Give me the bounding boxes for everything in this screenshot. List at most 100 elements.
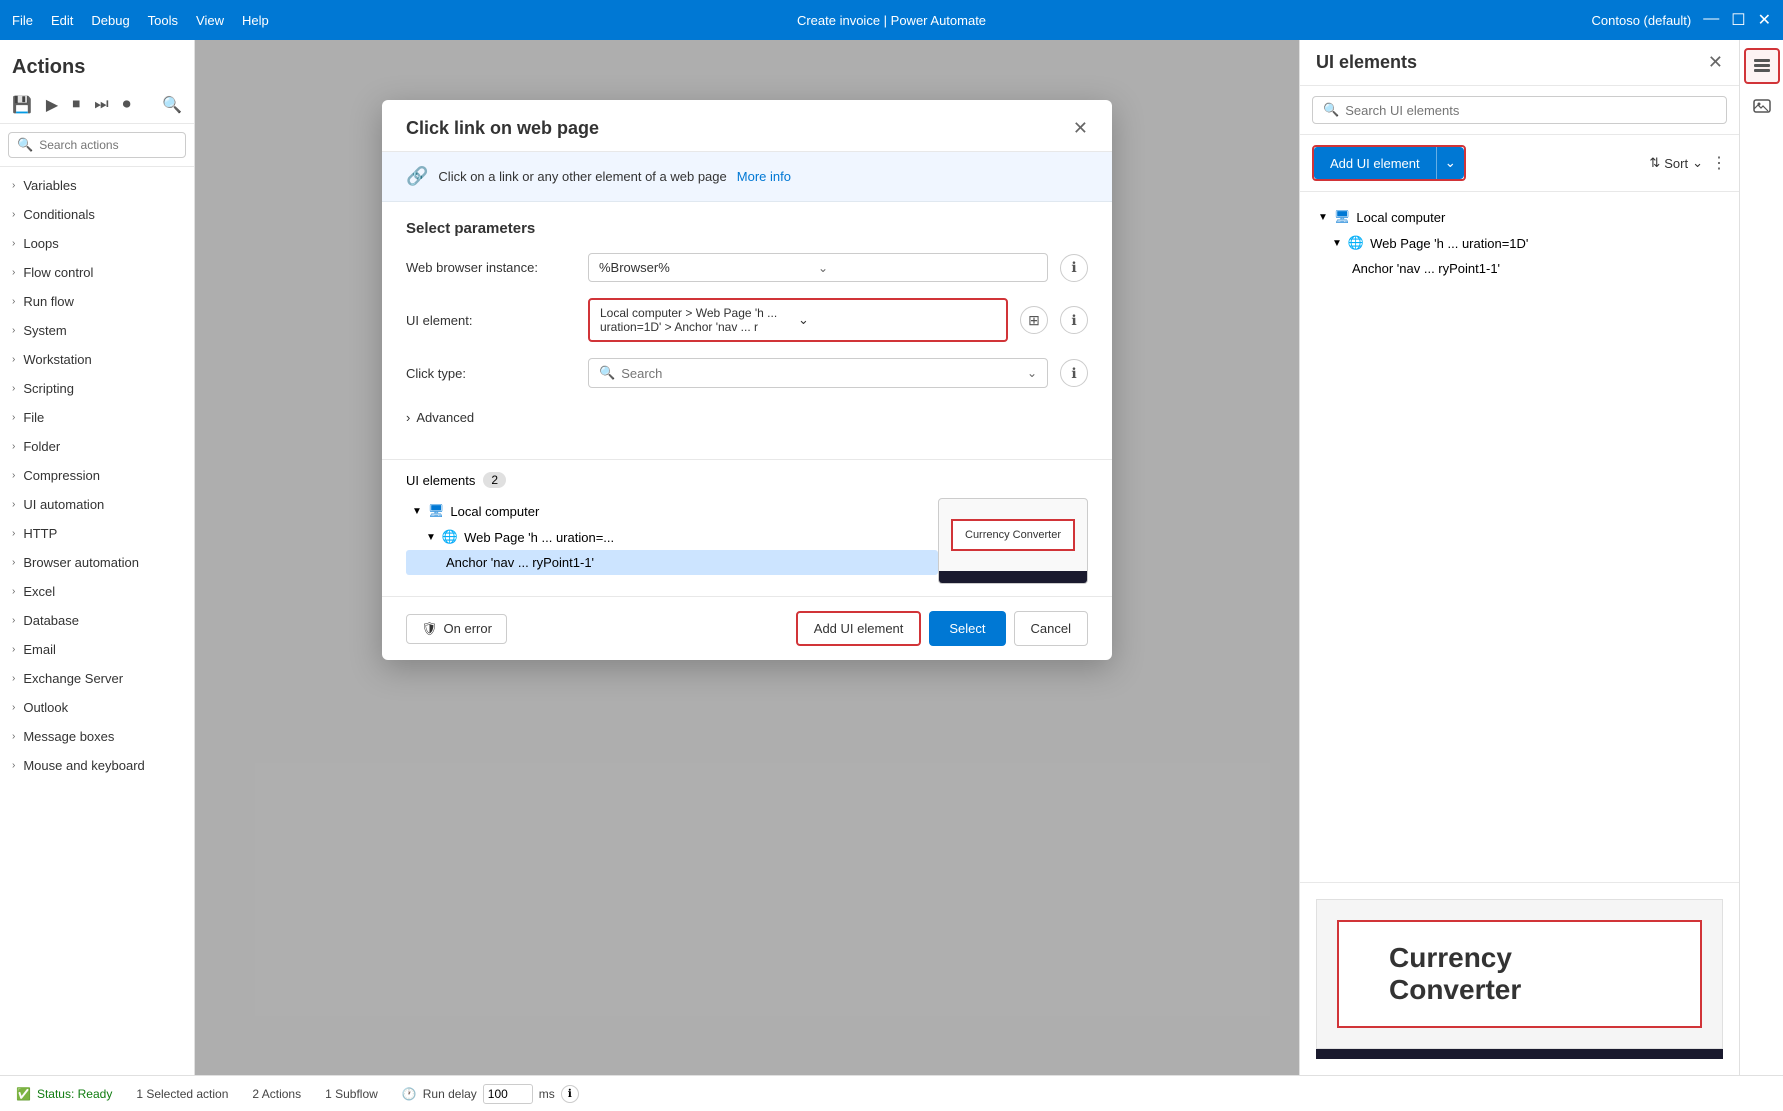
chevron-icon: › xyxy=(12,412,15,423)
tree-webpage[interactable]: ▼ 🌐 Web Page 'h ... uration=... xyxy=(406,524,938,550)
panel-tree-local-computer[interactable]: ▼ 🖥 Local computer xyxy=(1312,204,1727,230)
sidebar-item-exchange-server[interactable]: › Exchange Server xyxy=(0,664,194,693)
sidebar-item-system[interactable]: › System xyxy=(0,316,194,345)
link-icon: 🔗 xyxy=(406,166,428,187)
more-options-button[interactable]: ⋮ xyxy=(1711,153,1727,173)
maximize-button[interactable]: ☐ xyxy=(1731,10,1745,30)
record-button[interactable]: ⏺ xyxy=(119,91,135,119)
modal-header: Click link on web page ✕ xyxy=(382,100,1112,152)
menu-file[interactable]: File xyxy=(12,13,33,28)
sidebar-item-email[interactable]: › Email xyxy=(0,635,194,664)
add-ui-container: Add UI element ⌄ xyxy=(1312,145,1466,181)
click-type-input[interactable] xyxy=(621,366,1027,381)
sidebar-item-flow-control[interactable]: › Flow control xyxy=(0,258,194,287)
on-error-button[interactable]: 🛡 On error xyxy=(406,614,507,644)
modal-dialog: Click link on web page ✕ 🔗 Click on a li… xyxy=(382,100,1112,660)
sidebar-item-run-flow[interactable]: › Run flow xyxy=(0,287,194,316)
sidebar-item-conditionals[interactable]: › Conditionals xyxy=(0,200,194,229)
ui-tree-list: ▼ 🖥 Local computer ▼ 🌐 Web Page 'h ... u… xyxy=(406,498,938,584)
menu-debug[interactable]: Debug xyxy=(91,13,129,28)
add-ui-element-button[interactable]: Add UI element xyxy=(796,611,922,646)
search-icon: 🔍 xyxy=(1323,102,1339,118)
run-delay-input[interactable] xyxy=(483,1084,533,1104)
sidebar-item-outlook[interactable]: › Outlook xyxy=(0,693,194,722)
sidebar-item-loops[interactable]: › Loops xyxy=(0,229,194,258)
web-browser-info-button[interactable]: ℹ xyxy=(1060,254,1088,282)
tree-anchor[interactable]: Anchor 'nav ... ryPoint1-1' xyxy=(406,550,938,575)
modal-body: Select parameters Web browser instance: … xyxy=(382,202,1112,459)
sidebar-item-label: File xyxy=(23,410,44,425)
chevron-down-icon: ▼ xyxy=(1318,212,1328,223)
click-type-info-button[interactable]: ℹ xyxy=(1060,359,1088,387)
web-browser-dropdown[interactable]: %Browser% ⌄ xyxy=(588,253,1048,282)
menu-help[interactable]: Help xyxy=(242,13,269,28)
web-browser-row: Web browser instance: %Browser% ⌄ ℹ xyxy=(406,253,1088,282)
sort-button[interactable]: ⇅ Sort ⌄ xyxy=(1649,155,1703,171)
ui-count-badge: 2 xyxy=(483,472,506,488)
cancel-button[interactable]: Cancel xyxy=(1014,611,1088,646)
sidebar-item-scripting[interactable]: › Scripting xyxy=(0,374,194,403)
sidebar-item-browser-automation[interactable]: › Browser automation xyxy=(0,548,194,577)
chevron-icon: › xyxy=(12,383,15,394)
ui-elements-search-input[interactable] xyxy=(1345,103,1716,118)
next-step-button[interactable]: ⏭ xyxy=(90,91,112,119)
modal-close-button[interactable]: ✕ xyxy=(1073,118,1088,139)
sidebar-item-database[interactable]: › Database xyxy=(0,606,194,635)
ui-elements-panel-toggle[interactable] xyxy=(1744,48,1780,84)
actions-panel: Actions 💾 ▶ ⏹ ⏭ ⏺ 🔍 🔍 › Variables › Cond… xyxy=(0,40,195,1075)
stop-button[interactable]: ⏹ xyxy=(68,91,84,119)
ui-section-title: UI elements xyxy=(406,473,475,488)
sidebar-item-mouse-keyboard[interactable]: › Mouse and keyboard xyxy=(0,751,194,780)
advanced-label: Advanced xyxy=(416,410,474,425)
sidebar-item-workstation[interactable]: › Workstation xyxy=(0,345,194,374)
add-ui-element-dropdown-button[interactable]: ⌄ xyxy=(1436,147,1464,179)
sort-icon: ⇅ xyxy=(1649,155,1660,171)
run-delay-area: 🕐 Run delay ms ℹ xyxy=(402,1084,579,1104)
user-account[interactable]: Contoso (default) xyxy=(1592,13,1692,28)
sidebar-item-message-boxes[interactable]: › Message boxes xyxy=(0,722,194,751)
modal-footer-right: Add UI element Select Cancel xyxy=(796,611,1088,646)
select-button[interactable]: Select xyxy=(929,611,1005,646)
ui-element-layers-button[interactable]: ⊞ xyxy=(1020,306,1048,334)
actions-search-box[interactable]: 🔍 xyxy=(8,132,186,158)
status-ready: ✅ Status: Ready xyxy=(16,1087,112,1101)
run-button[interactable]: ▶ xyxy=(42,91,62,119)
add-ui-element-panel-button[interactable]: Add UI element xyxy=(1314,147,1436,179)
ui-element-dropdown[interactable]: Local computer > Web Page 'h ... uration… xyxy=(588,298,1008,342)
monitor-icon: 🖥 xyxy=(428,503,445,519)
sidebar-item-excel[interactable]: › Excel xyxy=(0,577,194,606)
menu-bar[interactable]: File Edit Debug Tools View Help xyxy=(12,13,269,28)
menu-edit[interactable]: Edit xyxy=(51,13,73,28)
ui-elements-close-button[interactable]: ✕ xyxy=(1708,52,1723,73)
chevron-down-icon: ▼ xyxy=(1332,238,1342,249)
panel-tree-webpage[interactable]: ▼ 🌐 Web Page 'h ... uration=1D' xyxy=(1312,230,1727,256)
sidebar-item-http[interactable]: › HTTP xyxy=(0,519,194,548)
menu-view[interactable]: View xyxy=(196,13,224,28)
tree-local-computer[interactable]: ▼ 🖥 Local computer xyxy=(406,498,938,524)
advanced-toggle[interactable]: › Advanced xyxy=(406,404,1088,431)
ui-element-info-button[interactable]: ℹ xyxy=(1060,306,1088,334)
run-delay-info-button[interactable]: ℹ xyxy=(561,1085,579,1103)
menu-tools[interactable]: Tools xyxy=(148,13,178,28)
sidebar-item-ui-automation[interactable]: › UI automation xyxy=(0,490,194,519)
ui-elements-search-box[interactable]: 🔍 xyxy=(1312,96,1727,124)
ui-tree-section: ▼ 🖥 Local computer ▼ 🌐 Web Page 'h ... u… xyxy=(406,498,1088,584)
sidebar-item-compression[interactable]: › Compression xyxy=(0,461,194,490)
tree-webpage-label: Web Page 'h ... uration=... xyxy=(464,530,614,545)
sidebar-item-file[interactable]: › File xyxy=(0,403,194,432)
sidebar-item-label: Excel xyxy=(23,584,55,599)
search-actions-button[interactable]: 🔍 xyxy=(158,91,186,119)
save-button[interactable]: 💾 xyxy=(8,91,36,119)
actions-search-input[interactable] xyxy=(39,138,177,152)
click-type-search[interactable]: 🔍 ⌄ xyxy=(588,358,1048,388)
chevron-icon: › xyxy=(12,760,15,771)
sidebar-item-variables[interactable]: › Variables xyxy=(0,171,194,200)
images-panel-toggle[interactable] xyxy=(1744,88,1780,124)
sidebar-item-label: Folder xyxy=(23,439,60,454)
minimize-button[interactable]: — xyxy=(1703,10,1719,30)
sidebar-item-folder[interactable]: › Folder xyxy=(0,432,194,461)
modal-footer: 🛡 On error Add UI element Select Cancel xyxy=(382,596,1112,660)
close-button[interactable]: ✕ xyxy=(1758,10,1771,30)
more-info-link[interactable]: More info xyxy=(737,169,791,184)
panel-tree-anchor[interactable]: Anchor 'nav ... ryPoint1-1' xyxy=(1312,256,1727,281)
